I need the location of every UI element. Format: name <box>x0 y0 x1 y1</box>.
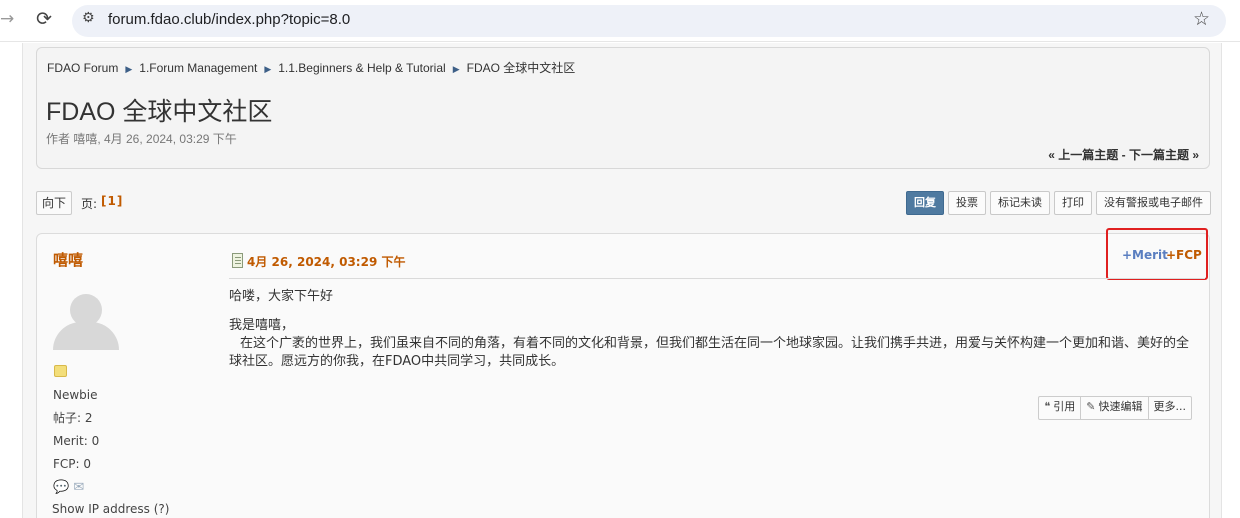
breadcrumb-separator-icon: ▶ <box>125 64 133 74</box>
reply-button[interactable]: 回复 <box>906 191 944 215</box>
quote-icon: ❝ <box>1044 400 1051 413</box>
address-bar[interactable]: ⚙ forum.fdao.club/index.php?topic=8.0 ☆ <box>72 5 1226 37</box>
browser-toolbar: → ⟳ ⚙ forum.fdao.club/index.php?topic=8.… <box>0 0 1240 42</box>
quick-edit-button[interactable]: ✎ 快速编辑 <box>1081 397 1149 419</box>
breadcrumb: FDAO Forum ▶ 1.Forum Management ▶ 1.1.Beginn… <box>47 59 575 76</box>
next-topic-link[interactable]: 下一篇主题 » <box>1129 148 1199 162</box>
forward-arrow-icon[interactable]: → <box>0 9 14 29</box>
poster-rank: Newbie <box>53 388 98 402</box>
topic-meta: 作者 嘻嘻, 4月 26, 2024, 03:29 下午 <box>46 132 237 146</box>
post-divider <box>229 278 1205 279</box>
mark-unread-button[interactable]: 标记未读 <box>990 191 1050 215</box>
fcp-link[interactable]: +FCP <box>1166 248 1202 262</box>
forum-page: FDAO Forum ▶ 1.Forum Management ▶ 1.1.Beginn… <box>22 43 1222 518</box>
post-body-line: 哈喽，大家下午好 <box>229 289 334 304</box>
prev-next-nav: « 上一篇主题 - 下一篇主题 » <box>1048 148 1199 162</box>
vote-button[interactable]: 投票 <box>948 191 986 215</box>
contact-icons: 💬 ✉ <box>53 480 84 495</box>
rank-star-icon <box>54 365 67 377</box>
poster-post-count: 帖子: 2 <box>53 411 93 425</box>
merit-highlight-box: +Merit +FCP <box>1106 228 1208 280</box>
post-body: 哈喽，大家下午好 我是嘻嘻， 在这个广袤的世界上，我们虽来自不同的角落，有着不同… <box>229 288 1189 371</box>
breadcrumb-separator-icon: ▶ <box>452 64 460 74</box>
post: 嘻嘻 Newbie 帖子: 2 Merit: 0 FCP: 0 💬 ✉ Show… <box>36 228 1210 518</box>
poster-name[interactable]: 嘻嘻 <box>53 249 83 270</box>
pages-label: 页: <box>81 197 98 211</box>
breadcrumb-item-topic[interactable]: FDAO 全球中文社区 <box>467 61 576 75</box>
print-button[interactable]: 打印 <box>1054 191 1092 215</box>
post-date[interactable]: 4月 26, 2024, 03:29 下午 <box>247 253 405 270</box>
poster-stats: Newbie 帖子: 2 Merit: 0 FCP: 0 <box>53 384 99 476</box>
quote-button[interactable]: ❝ 引用 <box>1039 397 1082 419</box>
url-text[interactable]: forum.fdao.club/index.php?topic=8.0 <box>108 11 350 28</box>
topic-header: FDAO Forum ▶ 1.Forum Management ▶ 1.1.Beginn… <box>36 47 1210 169</box>
poster-fcp: FCP: 0 <box>53 457 92 471</box>
reload-icon[interactable]: ⟳ <box>36 8 52 30</box>
bookmark-star-icon[interactable]: ☆ <box>1193 8 1210 30</box>
current-page[interactable]: [1] <box>101 194 123 208</box>
merit-link[interactable]: +Merit <box>1122 248 1168 262</box>
show-ip-link[interactable]: Show IP address (?) <box>52 502 169 516</box>
breadcrumb-item-management[interactable]: 1.Forum Management <box>139 61 257 75</box>
quick-edit-label: 快速编辑 <box>1098 400 1143 413</box>
prev-topic-link[interactable]: « 上一篇主题 <box>1048 148 1118 162</box>
quote-label: 引用 <box>1053 400 1076 413</box>
post-quick-buttons: ❝ 引用 ✎ 快速编辑 更多... <box>1038 396 1192 420</box>
edit-icon: ✎ <box>1086 400 1096 413</box>
more-button[interactable]: 更多... <box>1149 397 1192 419</box>
go-down-button[interactable]: 向下 <box>36 191 73 215</box>
email-icon[interactable]: ✉ <box>73 480 84 495</box>
breadcrumb-separator-icon: ▶ <box>264 64 272 74</box>
post-body-line: 我是嘻嘻， <box>229 318 295 333</box>
breadcrumb-item-beginners[interactable]: 1.1.Beginners & Help & Tutorial <box>278 61 445 75</box>
post-document-icon <box>232 253 243 268</box>
site-settings-icon[interactable]: ⚙ <box>82 10 95 26</box>
avatar-body <box>53 322 119 350</box>
avatar <box>53 294 119 350</box>
breadcrumb-item-forum[interactable]: FDAO Forum <box>47 61 118 75</box>
topic-action-buttons: 回复 投票 标记未读 打印 没有警报或电子邮件 <box>906 191 1211 215</box>
poster-merit: Merit: 0 <box>53 434 100 448</box>
post-body-line: 在这个广袤的世界上，我们虽来自不同的角落，有着不同的文化和背景，但我们都生活在同… <box>229 336 1190 369</box>
notify-button[interactable]: 没有警报或电子邮件 <box>1096 191 1211 215</box>
topic-title: FDAO 全球中文社区 <box>46 98 273 126</box>
chat-bubble-icon[interactable]: 💬 <box>53 480 69 495</box>
